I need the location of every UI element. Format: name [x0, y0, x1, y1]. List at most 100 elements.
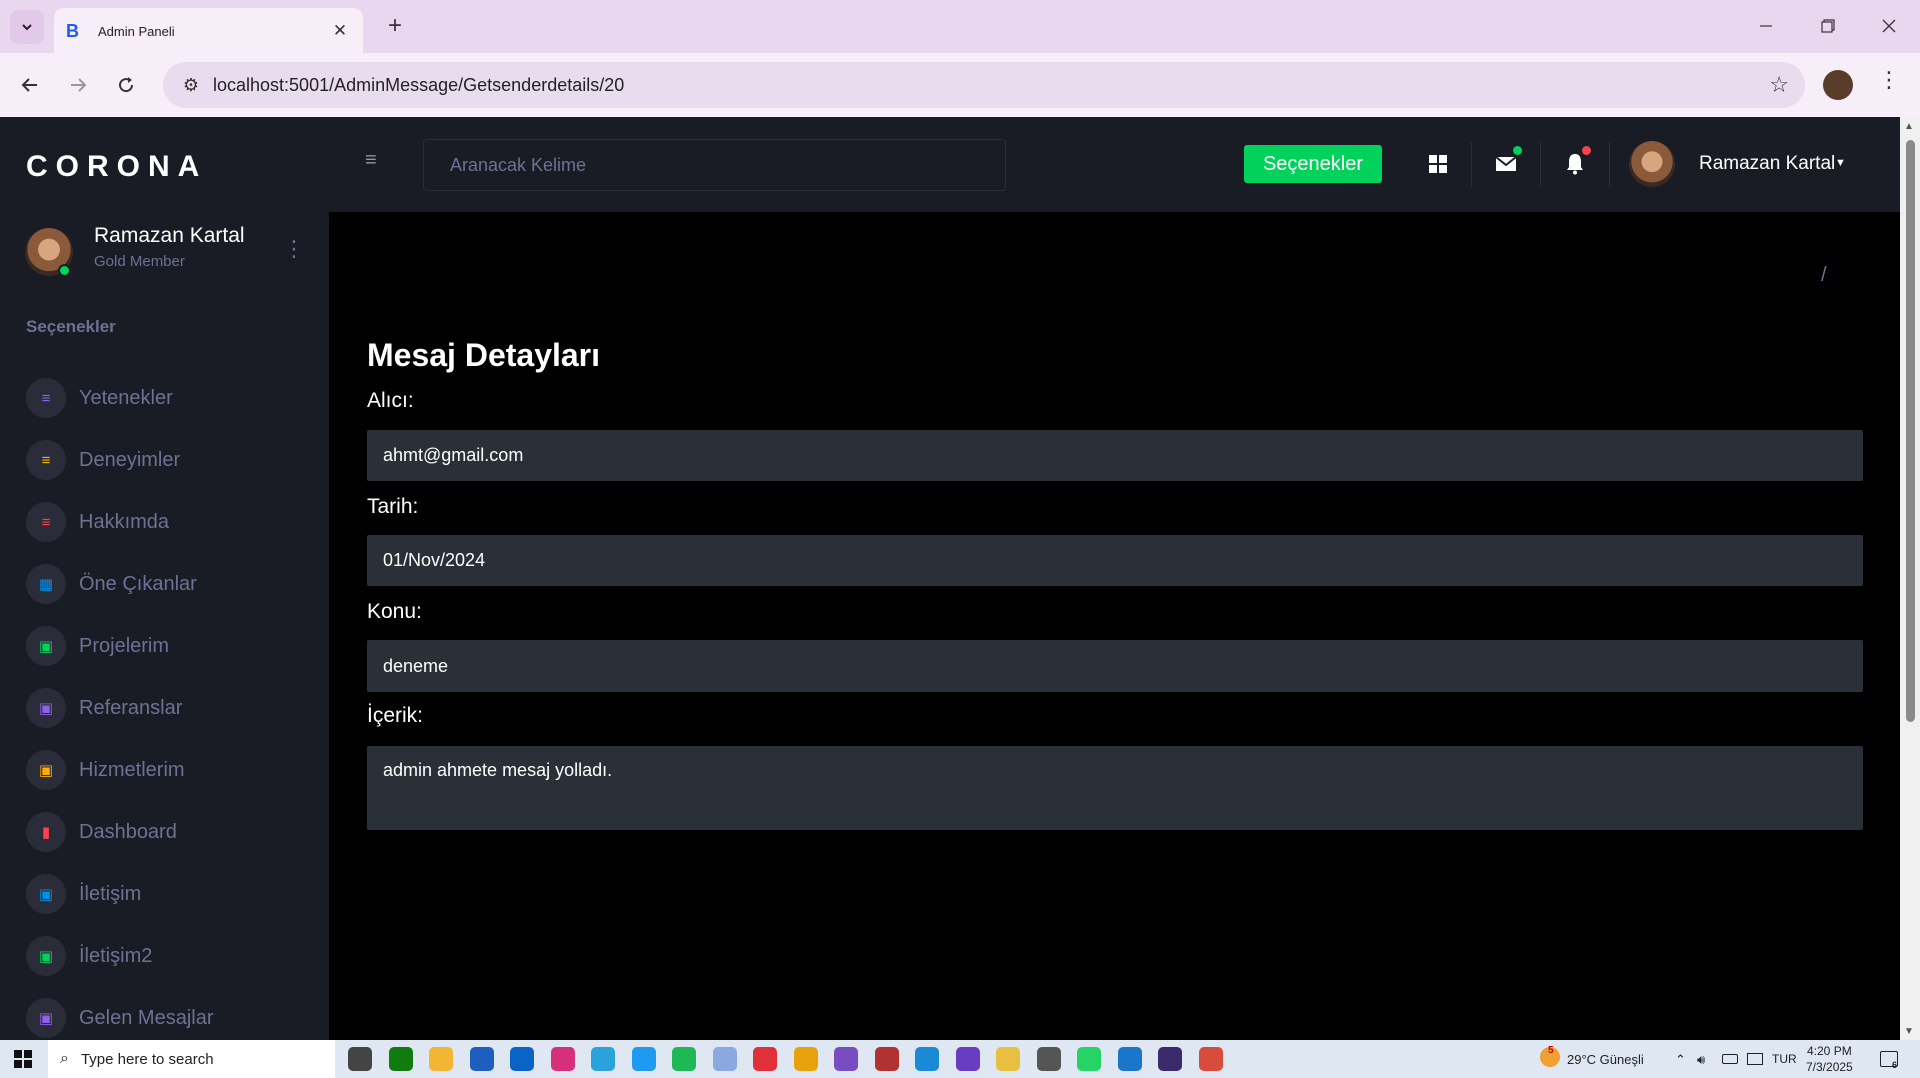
page-title: Mesaj Detayları	[367, 337, 601, 373]
access-icon[interactable]	[874, 1047, 899, 1071]
chrome-active-icon[interactable]	[1198, 1047, 1223, 1071]
r-icon[interactable]	[712, 1047, 737, 1071]
bell-icon[interactable]	[1559, 146, 1591, 180]
favicon-icon: B	[66, 21, 79, 41]
search-input[interactable]	[423, 139, 1006, 191]
vscode-icon[interactable]	[915, 1047, 939, 1071]
contact-icon: ▣	[26, 626, 66, 666]
sidebar-item-yetenekler[interactable]: ≡ Yetenekler	[26, 367, 214, 429]
windows-start-button[interactable]	[14, 1050, 32, 1068]
sidebar-item-öne-çıkanlar[interactable]: ▦ Öne Çıkanlar	[26, 553, 214, 615]
sidebar-item-gelen-mesajlar[interactable]: ▣ Gelen Mesajlar	[26, 987, 214, 1040]
tab-search-button[interactable]	[10, 10, 44, 44]
scroll-up-icon[interactable]: ▲	[1904, 121, 1914, 132]
address-bar-row: ⚙ localhost:5001/AdminMessage/Getsenderd…	[0, 53, 1920, 117]
browser-profile-avatar[interactable]	[1823, 70, 1853, 100]
visual-studio-icon[interactable]	[834, 1047, 858, 1071]
date-label: Tarih:	[367, 495, 419, 518]
contact-icon: ▣	[26, 874, 66, 914]
recipient-field[interactable]: ahmt@gmail.com	[367, 430, 1863, 481]
tab-title: Admin Paneli	[98, 23, 175, 39]
scroll-down-icon[interactable]: ▼	[1904, 1026, 1914, 1037]
clock-date: 7/3/2025	[1806, 1060, 1853, 1074]
brand-logo[interactable]: CORONA	[26, 150, 207, 184]
date-field[interactable]: 01/Nov/2024	[367, 535, 1863, 586]
terminal-icon[interactable]	[1158, 1047, 1182, 1071]
restore-button[interactable]	[1805, 8, 1851, 44]
forward-button[interactable]	[60, 67, 96, 103]
sidebar-user-role: Gold Member	[94, 253, 185, 270]
menu-toggle-icon[interactable]: ≡	[365, 149, 377, 172]
taskbar-search[interactable]: ⌕ Type here to search	[48, 1040, 335, 1078]
recipient-value: ahmt@gmail.com	[383, 445, 524, 465]
store-icon[interactable]	[469, 1047, 494, 1071]
battery-icon[interactable]	[1722, 1054, 1738, 1064]
sidebar-item-referanslar[interactable]: ▣ Referanslar	[26, 677, 214, 739]
notification-count: 6	[1892, 1060, 1898, 1070]
chart-icon: ▮	[26, 812, 66, 852]
twitter-icon[interactable]	[631, 1047, 656, 1071]
subject-field[interactable]: deneme	[367, 640, 1863, 692]
reload-button[interactable]	[108, 67, 144, 103]
arrow-left-icon	[21, 78, 37, 92]
spotify-icon[interactable]	[672, 1047, 696, 1071]
minimize-button[interactable]	[1743, 8, 1789, 44]
content-field[interactable]: admin ahmete mesaj yolladı.	[367, 746, 1863, 830]
visual-studio-2-icon[interactable]	[955, 1047, 980, 1071]
sidebar-item-dashboard[interactable]: ▮ Dashboard	[26, 801, 214, 863]
opera-icon[interactable]	[753, 1047, 777, 1071]
chrome-icon[interactable]	[793, 1047, 818, 1071]
sidebar-item-deneyimler[interactable]: ≡ Deneyimler	[26, 429, 214, 491]
close-window-button[interactable]	[1866, 8, 1912, 44]
weather-text[interactable]: 29°C Güneşli	[1567, 1052, 1644, 1067]
outlook-icon[interactable]	[510, 1047, 534, 1071]
telegram-icon[interactable]	[591, 1047, 615, 1071]
sidebar-item-hakkımda[interactable]: ≡ Hakkımda	[26, 491, 214, 553]
chevron-up-icon[interactable]: ⌃	[1675, 1052, 1686, 1068]
xbox-icon[interactable]	[388, 1047, 413, 1071]
whatsapp-icon[interactable]	[1077, 1047, 1101, 1071]
mail-icon[interactable]	[1490, 146, 1522, 180]
back-button[interactable]	[12, 67, 48, 103]
date-value: 01/Nov/2024	[383, 550, 486, 570]
caret-down-icon[interactable]: ▼	[1835, 157, 1846, 169]
avatar[interactable]	[1629, 141, 1675, 187]
apps-grid-icon[interactable]	[1422, 148, 1454, 180]
scrollbar-thumb[interactable]	[1906, 140, 1915, 722]
new-tab-button[interactable]: +	[380, 12, 410, 42]
options-button[interactable]: Seçenekler	[1244, 145, 1382, 183]
language-indicator[interactable]: TUR	[1772, 1052, 1797, 1066]
network-icon[interactable]	[1747, 1053, 1763, 1065]
top-navbar: ≡ Seçenekler Ramazan Kartal ▼	[329, 117, 1900, 212]
sidebar-item-label: İletişim2	[79, 944, 153, 967]
url-text: localhost:5001/AdminMessage/Getsenderdet…	[213, 74, 625, 95]
task-view-icon[interactable]	[348, 1047, 372, 1071]
topnav-user-name[interactable]: Ramazan Kartal	[1699, 153, 1835, 175]
edge-dev-icon[interactable]	[1036, 1047, 1061, 1071]
site-info-icon[interactable]: ⚙	[171, 75, 211, 96]
volume-icon[interactable]: 🔊︎	[1697, 1052, 1705, 1068]
paint-icon[interactable]	[996, 1047, 1020, 1071]
close-tab-icon[interactable]: ✕	[329, 21, 351, 41]
instagram-icon[interactable]	[550, 1047, 575, 1071]
sidebar: CORONA Ramazan Kartal Gold Member ⋮ Seçe…	[0, 117, 329, 1040]
online-status-dot	[58, 264, 71, 277]
bookmark-star-icon[interactable]: ☆	[1769, 72, 1789, 98]
clock[interactable]: 4:20 PM 7/3/2025	[1806, 1043, 1853, 1075]
sidebar-item-i-letişim[interactable]: ▣ İletişim	[26, 863, 214, 925]
browser-tab[interactable]: B Admin Paneli ✕	[54, 8, 363, 54]
sidebar-item-label: Öne Çıkanlar	[79, 572, 197, 595]
file-explorer-icon[interactable]	[429, 1047, 453, 1071]
mail-badge	[1513, 146, 1522, 155]
url-omnibox[interactable]: ⚙ localhost:5001/AdminMessage/Getsenderd…	[163, 62, 1805, 108]
sidebar-item-label: Gelen Mesajlar	[79, 1006, 214, 1029]
contact-icon: ▣	[26, 688, 66, 728]
sidebar-item-i-letişim2[interactable]: ▣ İletişim2	[26, 925, 214, 987]
sidebar-item-projelerim[interactable]: ▣ Projelerim	[26, 615, 214, 677]
sidebar-item-hizmetlerim[interactable]: ▣ Hizmetlerim	[26, 739, 214, 801]
prime-video-icon[interactable]	[1117, 1047, 1142, 1071]
more-vertical-icon[interactable]: ⋮	[283, 238, 305, 260]
browser-menu-icon[interactable]: ⋮	[1878, 67, 1900, 93]
sidebar-nav: ≡ Yetenekler ≡ Deneyimler ≡ Hakkımda ▦ Öne Çıka…	[26, 367, 214, 1040]
reload-icon	[119, 77, 134, 93]
